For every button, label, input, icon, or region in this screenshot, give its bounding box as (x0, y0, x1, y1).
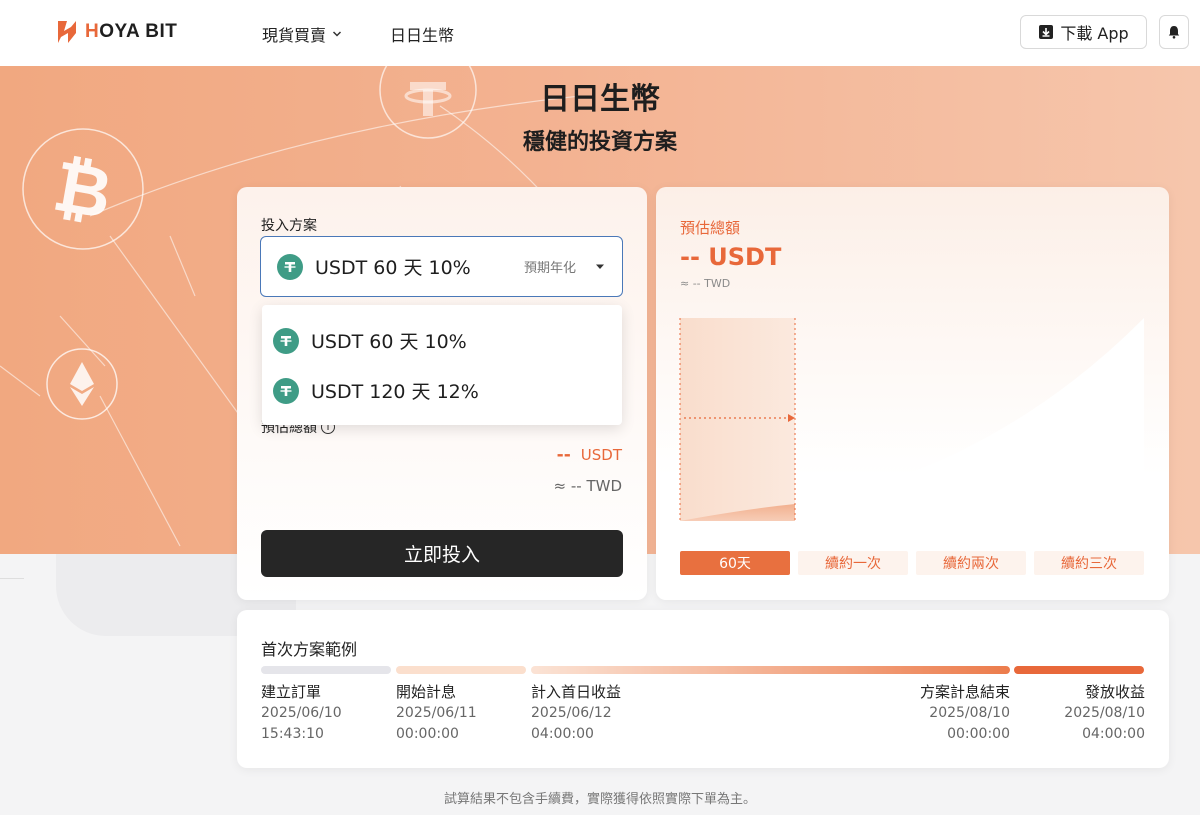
timeline-card: 首次方案範例 建立訂單 2025/06/10 15:43:10 開始計息 202… (237, 610, 1169, 768)
step-date: 2025/08/10 (1064, 705, 1145, 721)
step-time: 04:00:00 (531, 726, 594, 742)
timeline-segment (531, 666, 1010, 674)
tab-renew-three[interactable]: 續約三次 (1034, 551, 1144, 575)
tether-icon (273, 377, 299, 404)
step-date: 2025/06/11 (396, 705, 477, 721)
step-name: 方案計息結束 (919, 683, 1010, 701)
nav-daily-earn[interactable]: 日日生幣 (390, 22, 454, 46)
logo-mark-icon (58, 21, 76, 43)
plan-select-value: USDT 60 天 10% (315, 257, 471, 279)
plan-select-hint: 預期年化 (524, 261, 577, 276)
timeline-title: 首次方案範例 (261, 640, 358, 659)
projection-card: 預估總額 -- USDT ≈ -- TWD 60天 續約一次 續約兩次 續約三次 (656, 187, 1169, 600)
dropdown-option[interactable]: USDT 120 天 12% (273, 377, 479, 404)
disclaimer-footnote: 試算結果不包含手續費，實際獲得依照實際下單為主。 (443, 792, 756, 807)
estimate-usdt-unit: USDT (580, 446, 622, 464)
dropdown-option-label: USDT 120 天 12% (311, 381, 479, 403)
tab-renew-once[interactable]: 續約一次 (798, 551, 908, 575)
step-name: 建立訂單 (261, 683, 322, 701)
divider (0, 578, 24, 579)
plan-dropdown-menu: USDT 60 天 10% USDT 120 天 12% (262, 305, 622, 425)
timeline-step-interest-end: 方案計息結束 2025/08/10 00:00:00 (920, 682, 1010, 745)
timeline-step-payout: 發放收益 2025/08/10 04:00:00 (1064, 682, 1145, 745)
tab-60-days[interactable]: 60天 (680, 551, 790, 575)
nav-spot-trading[interactable]: 現貨買賣 (262, 22, 342, 46)
plan-label: 投入方案 (261, 218, 317, 234)
step-name: 開始計息 (396, 683, 457, 701)
timeline-segment (396, 666, 526, 674)
plan-select[interactable]: USDT 60 天 10% 預期年化 (260, 236, 623, 297)
invest-now-button[interactable]: 立即投入 (261, 530, 623, 577)
logo[interactable]: HOYA BIT (55, 19, 177, 45)
timeline-segment (261, 666, 391, 674)
download-app-label: 下載 App (1060, 24, 1129, 43)
step-time: 04:00:00 (1082, 726, 1145, 742)
bell-icon (1168, 26, 1180, 39)
dropdown-option[interactable]: USDT 60 天 10% (273, 327, 467, 354)
download-icon (1039, 25, 1054, 39)
caret-down-icon (596, 264, 604, 269)
step-time: 00:00:00 (947, 726, 1010, 742)
timeline-step-create-order: 建立訂單 2025/06/10 15:43:10 (261, 682, 342, 745)
top-header: HOYA BIT 現貨買賣 日日生幣 下載 App (0, 0, 1200, 66)
timeline-segment (1014, 666, 1144, 674)
tether-icon (277, 253, 303, 280)
growth-chart (679, 318, 1144, 521)
svg-text:₿: ₿ (48, 145, 118, 236)
estimate-usdt-value: -- (556, 445, 571, 465)
timeline-step-start-interest: 開始計息 2025/06/11 00:00:00 (396, 682, 477, 745)
nav-daily-earn-label: 日日生幣 (390, 26, 455, 45)
chevron-down-icon (332, 31, 342, 37)
logo-text: HOYA BIT (85, 21, 178, 42)
step-date: 2025/06/10 (261, 705, 342, 721)
hero-title: 日日生幣 (540, 82, 660, 117)
step-date: 2025/06/12 (531, 705, 612, 721)
tether-icon (273, 327, 299, 354)
step-time: 00:00:00 (396, 726, 459, 742)
tab-renew-twice[interactable]: 續約兩次 (916, 551, 1026, 575)
step-name: 發放收益 (1084, 683, 1145, 701)
step-name: 計入首日收益 (531, 683, 622, 701)
chart-highlight-region (680, 318, 795, 521)
estimate-usdt: -- USDT (557, 445, 622, 465)
timeline-step-first-earning: 計入首日收益 2025/06/12 04:00:00 (531, 682, 621, 745)
nav-spot-trading-label: 現貨買賣 (262, 26, 327, 45)
ethereum-coin-decoration (46, 348, 118, 420)
estimate-twd: ≈ -- TWD (553, 477, 622, 495)
dropdown-option-label: USDT 60 天 10% (311, 331, 467, 353)
notification-button[interactable] (1159, 15, 1189, 49)
renewal-tabs: 60天 續約一次 續約兩次 續約三次 (680, 551, 1144, 575)
step-date: 2025/08/10 (929, 705, 1010, 721)
download-app-button[interactable]: 下載 App (1020, 15, 1147, 49)
hero-subtitle: 穩健的投資方案 (522, 130, 677, 155)
step-time: 15:43:10 (261, 726, 324, 742)
